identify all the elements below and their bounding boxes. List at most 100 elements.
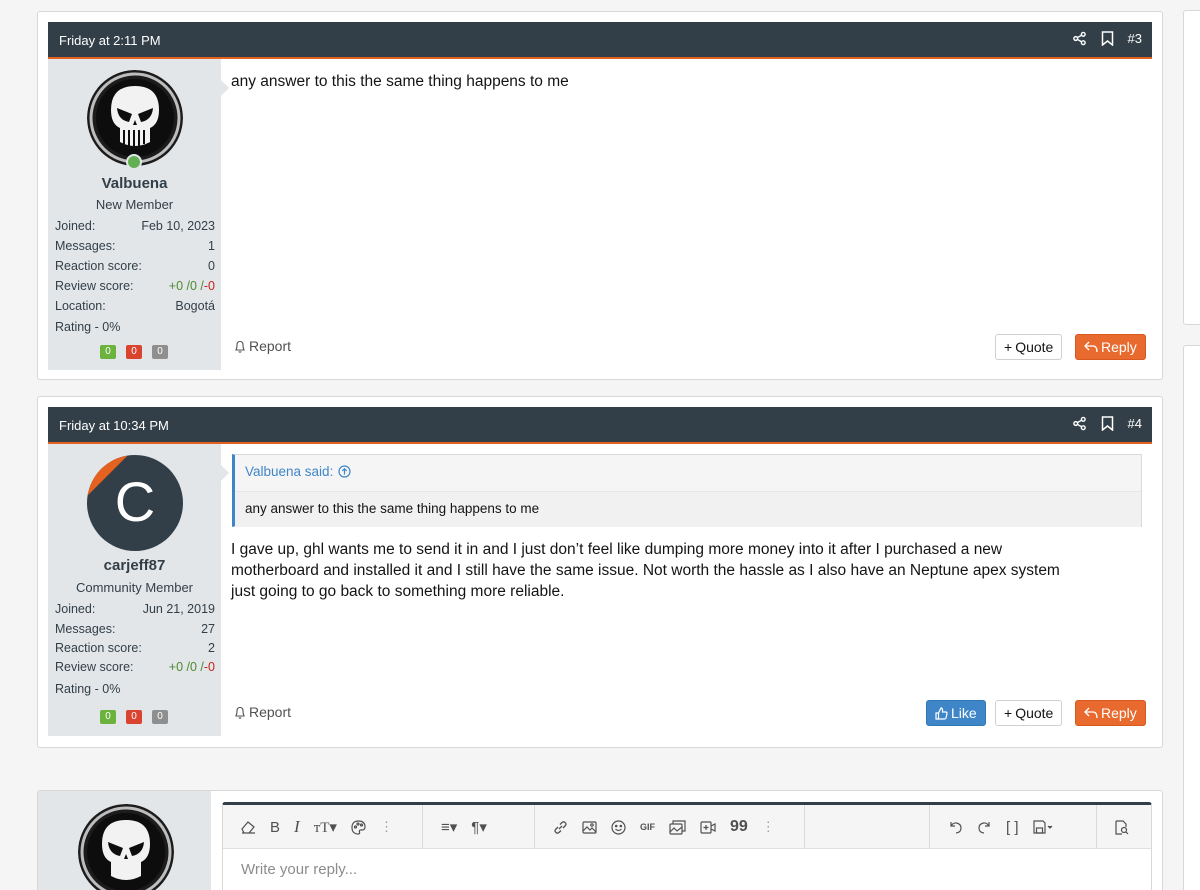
skull-avatar-image — [78, 804, 174, 890]
post-body-line: just going to go back to something more … — [231, 583, 565, 600]
stat-messages: Messages: 1 — [55, 239, 215, 253]
media-gallery-icon[interactable] — [669, 819, 686, 835]
more-options-icon[interactable]: ⋮ — [380, 819, 393, 835]
eraser-icon[interactable] — [241, 820, 256, 834]
post-header-actions: #4 — [1072, 416, 1142, 431]
stat-location: Location: Bogotá — [55, 299, 215, 313]
preview-icon[interactable] — [1115, 819, 1129, 835]
report-label: Report — [249, 338, 292, 354]
avatar[interactable]: C OP — [87, 455, 183, 551]
report-link[interactable]: Report — [234, 338, 291, 354]
share-icon[interactable] — [1072, 31, 1087, 46]
palette-icon[interactable] — [351, 819, 366, 835]
bell-icon — [235, 706, 245, 719]
rating-badges: 0 0 0 — [100, 345, 168, 359]
reply-user-panel — [38, 791, 211, 890]
quote-icon[interactable]: 99 — [730, 818, 748, 836]
reply-icon — [1084, 707, 1098, 719]
save-draft-icon[interactable] — [1032, 820, 1053, 834]
undo-icon[interactable] — [948, 820, 963, 835]
user-title: New Member — [95, 197, 174, 212]
toolbar-group-history: [ ] — [929, 805, 1097, 849]
more-options-icon[interactable]: ⋮ — [762, 819, 775, 835]
quote-text: any answer to this the same thing happen… — [245, 501, 540, 516]
bbcode-toggle-icon[interactable]: [ ] — [1006, 819, 1019, 836]
quote-block: Valbuena said: any answer to this the sa… — [232, 454, 1142, 527]
post-body: I gave up, ghl wants me to send it in an… — [231, 539, 1060, 602]
reply-input[interactable]: Write your reply... — [241, 861, 357, 878]
user-title: Community Member — [75, 580, 194, 595]
negative-rating-badge[interactable]: 0 — [126, 345, 142, 359]
link-icon[interactable] — [553, 820, 568, 835]
plus-icon: + — [1004, 705, 1013, 721]
toolbar-group-insert: GIF 99 ⋮ — [535, 805, 805, 849]
image-icon[interactable] — [582, 820, 597, 834]
userbox-arrow — [221, 465, 229, 481]
post-date[interactable]: Friday at 2:11 PM — [59, 33, 161, 48]
stat-joined: Joined: Jun 21, 2019 — [55, 602, 215, 616]
arrow-up-circle-icon — [338, 465, 351, 478]
quote-button[interactable]: + Quote — [995, 334, 1063, 360]
rating-label: Rating - 0% — [55, 682, 121, 696]
neutral-rating-badge[interactable]: 0 — [152, 345, 168, 359]
username[interactable]: Valbuena — [48, 175, 221, 192]
align-icon[interactable]: ≡▾ — [441, 818, 457, 836]
stat-joined: Joined: Feb 10, 2023 — [55, 219, 215, 233]
smiley-icon[interactable] — [611, 819, 626, 835]
like-button[interactable]: Like — [926, 700, 986, 726]
bookmark-icon[interactable] — [1101, 31, 1114, 46]
font-size-icon[interactable]: тT▾ — [314, 818, 337, 837]
stat-review-score: Review score: +0 /0 /-0 — [55, 660, 215, 674]
post-number-link[interactable]: #4 — [1128, 416, 1142, 431]
stat-reaction-score: Reaction score: 0 — [55, 259, 215, 273]
skull-avatar-image — [87, 70, 183, 166]
thumbs-up-icon — [935, 706, 948, 720]
avatar[interactable] — [87, 70, 183, 166]
toolbar-group-paragraph: ≡▾ ¶▾ — [423, 805, 535, 849]
plus-icon: + — [1004, 339, 1013, 355]
share-icon[interactable] — [1072, 416, 1087, 431]
reply-editor: B I тT▾ ⋮ ≡▾ ¶▾ GIF 99 ⋮ [] Write your … — [222, 802, 1152, 890]
editor-toolbar: B I тT▾ ⋮ ≡▾ ¶▾ GIF 99 ⋮ [] — [223, 805, 1151, 849]
neutral-rating-badge[interactable]: 0 — [152, 710, 168, 724]
report-link[interactable]: Report — [234, 704, 291, 720]
sidebar-card — [1183, 345, 1200, 890]
post-body-line: I gave up, ghl wants me to send it in an… — [231, 541, 1003, 558]
post-body-line: motherboard and installed it and I still… — [231, 562, 1060, 579]
online-status-icon — [126, 154, 142, 170]
quote-author-link[interactable]: Valbuena said: — [245, 464, 351, 479]
rating-label: Rating - 0% — [55, 320, 121, 334]
reply-button[interactable]: Reply — [1075, 700, 1146, 726]
rating-badges: 0 0 0 — [100, 710, 168, 724]
post-number-link[interactable]: #3 — [1128, 31, 1142, 46]
userbox-arrow — [221, 80, 229, 96]
quick-reply: B I тT▾ ⋮ ≡▾ ¶▾ GIF 99 ⋮ [] Write your … — [37, 790, 1163, 890]
current-user-avatar[interactable] — [78, 804, 174, 890]
media-embed-icon[interactable] — [700, 820, 716, 834]
post-date[interactable]: Friday at 10:34 PM — [59, 418, 169, 433]
username[interactable]: carjeff87 — [48, 557, 221, 574]
bold-icon[interactable]: B — [270, 819, 280, 836]
reply-button[interactable]: Reply — [1075, 334, 1146, 360]
positive-rating-badge[interactable]: 0 — [100, 710, 116, 724]
user-info-panel: C OP carjeff87 Community Member Joined: J… — [48, 444, 221, 736]
toolbar-group-preview — [1097, 805, 1153, 849]
post-3: Friday at 2:11 PM #3 Valbuena New Member… — [37, 11, 1163, 380]
gif-icon[interactable]: GIF — [640, 822, 655, 832]
positive-rating-badge[interactable]: 0 — [100, 345, 116, 359]
bookmark-icon[interactable] — [1101, 416, 1114, 431]
bell-icon — [235, 340, 245, 353]
negative-rating-badge[interactable]: 0 — [126, 710, 142, 724]
paragraph-icon[interactable]: ¶▾ — [471, 818, 487, 836]
quote-button[interactable]: + Quote — [995, 700, 1063, 726]
post-body: any answer to this the same thing happen… — [231, 73, 569, 90]
post-4: Friday at 10:34 PM #4 C OP carjeff87 Com… — [37, 396, 1163, 748]
italic-icon[interactable]: I — [294, 817, 300, 837]
post-header: Friday at 2:11 PM #3 — [48, 22, 1152, 59]
stat-reaction-score: Reaction score: 2 — [55, 641, 215, 655]
stat-messages: Messages: 27 — [55, 622, 215, 636]
sidebar-card — [1183, 10, 1200, 325]
quote-content: any answer to this the same thing happen… — [235, 491, 1141, 527]
post-header-actions: #3 — [1072, 31, 1142, 46]
redo-icon[interactable] — [977, 820, 992, 835]
